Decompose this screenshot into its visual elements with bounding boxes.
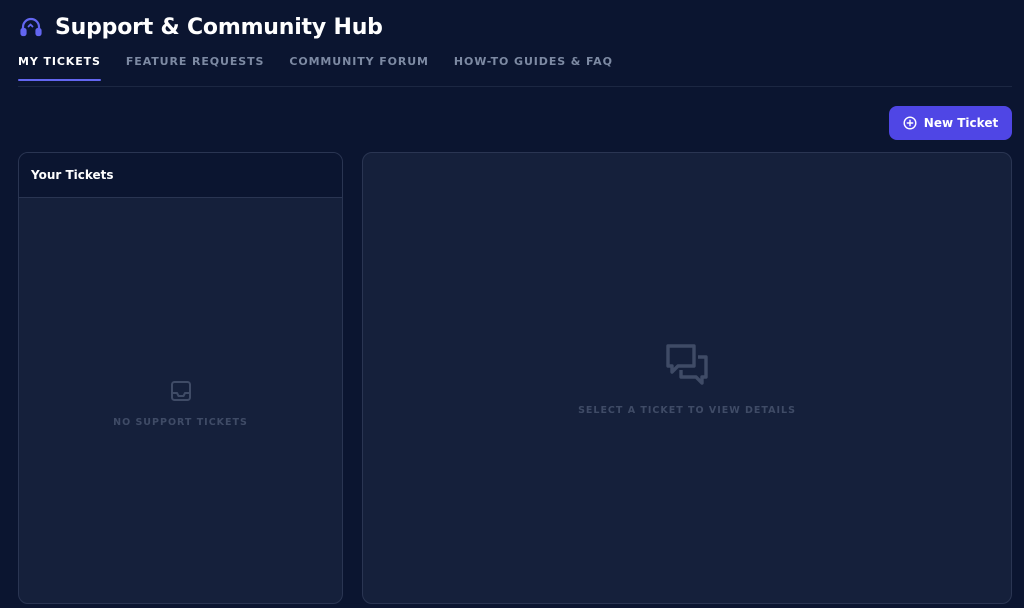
inbox-icon <box>169 379 193 403</box>
tab-how-to-guides-faq[interactable]: HOW-TO GUIDES & FAQ <box>454 55 613 81</box>
ticket-detail-panel: SELECT A TICKET TO VIEW DETAILS <box>362 152 1012 604</box>
tickets-empty-state: NO SUPPORT TICKETS <box>19 379 342 428</box>
tab-divider <box>18 86 1012 87</box>
chat-bubbles-icon <box>665 343 709 385</box>
tab-my-tickets[interactable]: MY TICKETS <box>18 55 101 81</box>
tickets-panel-title: Your Tickets <box>31 168 114 182</box>
headset-icon <box>18 14 44 40</box>
tickets-panel: Your Tickets NO SUPPORT TICKETS <box>18 152 343 604</box>
new-ticket-button[interactable]: New Ticket <box>889 106 1012 140</box>
tickets-empty-text: NO SUPPORT TICKETS <box>113 417 248 428</box>
detail-empty-state: SELECT A TICKET TO VIEW DETAILS <box>363 343 1011 416</box>
plus-circle-icon <box>903 116 917 130</box>
tab-community-forum[interactable]: COMMUNITY FORUM <box>289 55 429 81</box>
tickets-panel-header: Your Tickets <box>19 153 342 198</box>
detail-empty-text: SELECT A TICKET TO VIEW DETAILS <box>578 405 796 416</box>
app-root: Support & Community Hub MY TICKETS FEATU… <box>0 0 1024 608</box>
tab-feature-requests[interactable]: FEATURE REQUESTS <box>126 55 264 81</box>
page-title: Support & Community Hub <box>55 14 383 40</box>
tab-bar: MY TICKETS FEATURE REQUESTS COMMUNITY FO… <box>18 55 638 81</box>
new-ticket-label: New Ticket <box>923 116 999 130</box>
header: Support & Community Hub <box>18 12 383 42</box>
